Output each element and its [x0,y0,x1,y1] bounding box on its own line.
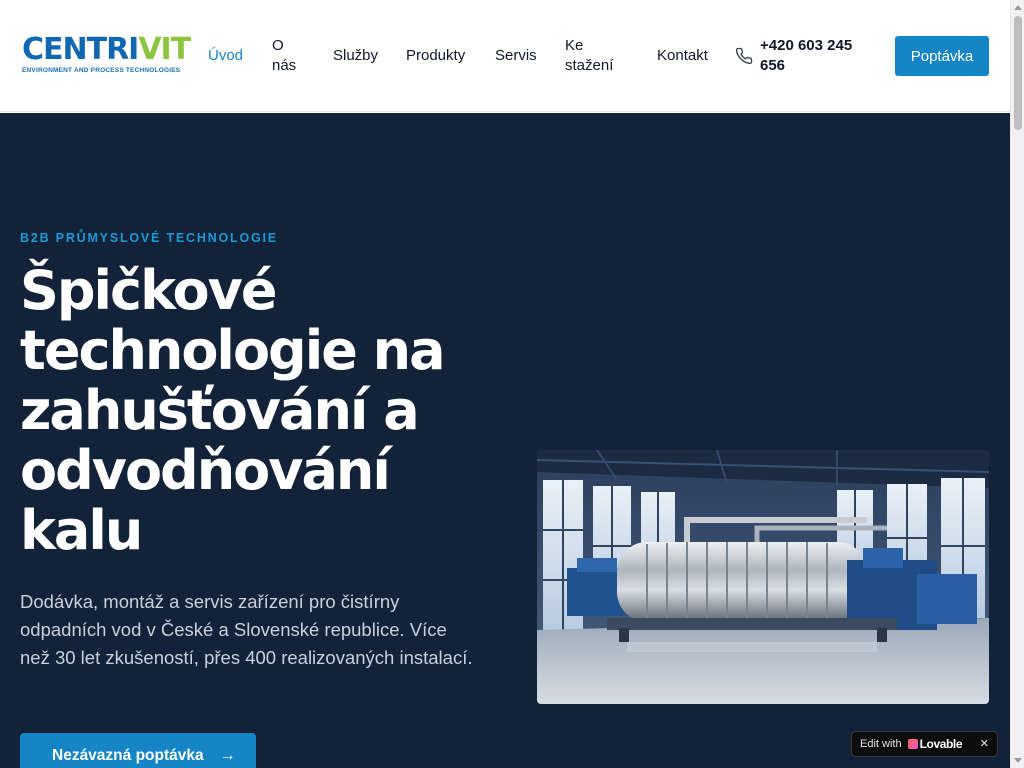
nav-item-produkty[interactable]: Produkty [406,46,465,66]
scrollbar-thumb[interactable] [1014,16,1022,130]
nav-item-sluzby[interactable]: Služby [333,46,378,66]
edit-with-lovable-badge[interactable]: Edit with Lovable ✕ [851,731,998,757]
hero-eyebrow: B2B PRŮMYSLOVÉ TECHNOLOGIE [20,231,278,245]
edit-with-label: Edit with [860,738,902,750]
nav-item-servis[interactable]: Servis [495,46,537,66]
site-header: CENTRIVIT ENVIRONMENT AND PROCESS TECHNO… [0,0,1010,112]
page: CENTRIVIT ENVIRONMENT AND PROCESS TECHNO… [0,0,1024,768]
nav-item-ke-stazeni[interactable]: Ke stažení [565,36,629,76]
phone-icon[interactable] [735,47,753,65]
scroll-down-icon[interactable] [1014,758,1022,763]
centrivit-logo[interactable]: CENTRIVIT ENVIRONMENT AND PROCESS TECHNO… [22,32,191,80]
hero-section: B2B PRŮMYSLOVÉ TECHNOLOGIE Špičkové tech… [0,113,1010,768]
close-icon[interactable]: ✕ [980,737,989,750]
free-inquiry-button[interactable]: Nezávazná poptávka → [20,733,256,768]
phone-number-link[interactable]: +420 603 245 656 [760,36,880,76]
arrow-right-icon: → [219,747,236,764]
lovable-logo-icon [907,739,918,749]
hero-headline: Špičkové technologie na zahušťování a od… [20,259,446,562]
nav-item-kontakt[interactable]: Kontakt [657,46,708,66]
hero-lead: Dodávka, montáž a servis zařízení pro či… [20,591,473,668]
lovable-brand-label: Lovable [919,737,963,751]
nav-item-o-nas[interactable]: O nás [272,36,308,76]
scroll-up-icon[interactable] [1014,5,1022,10]
industrial-decanter-photo [537,450,989,704]
free-inquiry-label: Nezávazná poptávka [52,747,204,764]
logo-tagline: ENVIRONMENT AND PROCESS TECHNOLOGIES [22,67,181,74]
nav-item-uvod[interactable]: Úvod [208,46,243,66]
logo-wordmark: CENTRIVIT [22,32,191,67]
inquiry-button[interactable]: Poptávka [895,36,989,76]
page-scrollbar[interactable] [1010,0,1024,768]
